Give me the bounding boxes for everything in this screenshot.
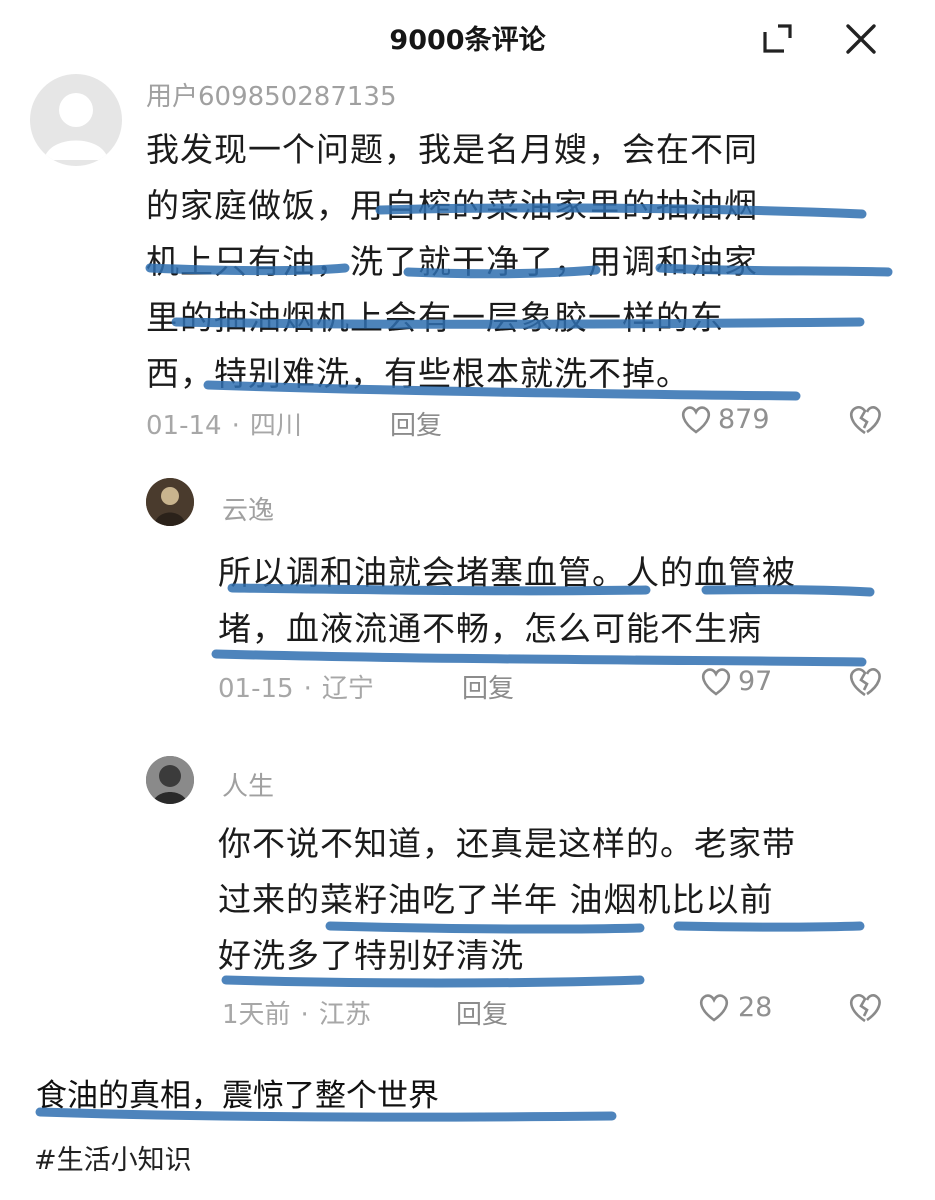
avatar[interactable] — [146, 478, 194, 526]
comment-line: 机上只有油，洗了就干净了，用调和油家 — [146, 242, 758, 281]
user-photo-avatar — [146, 478, 194, 526]
comment-line: 堵，血液流通不畅，怎么可能不生病 — [218, 609, 762, 648]
like-count: 97 — [738, 666, 773, 697]
comment-line: 过来的菜籽油吃了半年 油烟机比以前 — [218, 880, 774, 919]
reply-button[interactable]: 回复 — [390, 405, 442, 442]
broken-heart-icon — [850, 405, 881, 435]
broken-heart-icon — [850, 667, 881, 697]
heart-icon — [701, 667, 731, 696]
comment-date: 01-14 — [146, 411, 222, 441]
comment-line: 我发现一个问题，我是名月嫂，会在不同 — [146, 130, 758, 169]
comment-date: 01-15 — [218, 674, 294, 704]
comment-line: 的家庭做饭，用自榨的菜油家里的抽油烟 — [146, 186, 758, 225]
heart-icon — [681, 405, 711, 434]
comment-line: 里的抽油烟机上会有一层象胶一样的东 — [146, 298, 724, 337]
comment-meta: 01-15 · 辽宁 — [218, 674, 374, 704]
heart-icon — [699, 993, 729, 1022]
reply-button[interactable]: 回复 — [462, 668, 514, 705]
comment-line: 你不说不知道，还真是这样的。老家带 — [218, 824, 796, 863]
avatar[interactable] — [30, 74, 122, 166]
close-icon[interactable] — [844, 22, 878, 56]
comment-text: 所以调和油就会堵塞血管。人的血管被 堵，血液流通不畅，怎么可能不生病 — [218, 545, 796, 657]
like-count: 28 — [738, 992, 773, 1023]
like-button[interactable]: 97 — [700, 666, 772, 697]
avatar[interactable] — [146, 756, 194, 804]
comment-location: 辽宁 — [321, 674, 374, 704]
dislike-button[interactable] — [848, 992, 882, 1028]
comment-username[interactable]: 云逸 — [222, 490, 274, 527]
post-caption: 食油的真相，震惊了整个世界 — [36, 1078, 439, 1114]
comment-meta: 1天前 · 江苏 — [222, 1000, 371, 1030]
comment-line: 好洗多了特别好清洗 — [218, 936, 524, 975]
comment-username[interactable]: 人生 — [222, 766, 274, 803]
default-avatar-icon — [44, 93, 108, 160]
comment-date: 1天前 — [222, 1000, 291, 1030]
broken-heart-icon — [850, 993, 881, 1023]
hashtag-link[interactable]: #生活小知识 — [34, 1138, 192, 1177]
comment-location: 四川 — [249, 411, 302, 441]
user-photo-avatar — [146, 756, 194, 804]
page-title: 9000条评论 — [389, 25, 546, 56]
dislike-button[interactable] — [848, 666, 882, 702]
comment-username[interactable]: 用户609850287135 — [146, 76, 397, 113]
comment-location: 江苏 — [318, 1000, 371, 1030]
comment-meta: 01-14 · 四川 — [146, 411, 302, 441]
like-button[interactable]: 28 — [698, 992, 772, 1023]
reply-button[interactable]: 回复 — [456, 994, 508, 1031]
comment-line: 所以调和油就会堵塞血管。人的血管被 — [218, 553, 796, 592]
like-count: 879 — [718, 404, 770, 435]
comment-text: 你不说不知道，还真是这样的。老家带 过来的菜籽油吃了半年 油烟机比以前 好洗多了… — [218, 816, 796, 984]
dislike-button[interactable] — [848, 404, 882, 440]
minimize-corner-icon[interactable] — [760, 22, 794, 56]
comment-line: 西，特别难洗，有些根本就洗不掉。 — [146, 354, 690, 393]
like-button[interactable]: 879 — [680, 404, 770, 435]
comment-text: 我发现一个问题，我是名月嫂，会在不同 的家庭做饭，用自榨的菜油家里的抽油烟 机上… — [146, 122, 758, 402]
